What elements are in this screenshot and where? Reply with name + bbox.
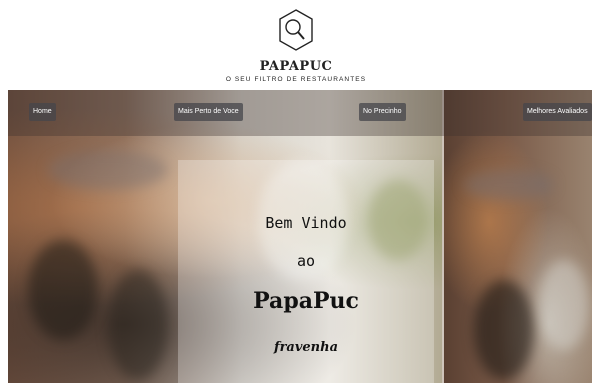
- site-header: PAPAPUC O SEU FILTRO DE RESTAURANTES: [0, 0, 592, 90]
- nav-bar: [8, 90, 592, 136]
- welcome-title: PapaPuc: [253, 288, 359, 314]
- brand-name: PAPAPUC: [259, 59, 333, 74]
- nav-avaliados-button[interactable]: Melhores Avaliados: [523, 103, 592, 121]
- magnifier-hexagon-icon[interactable]: [277, 8, 315, 52]
- welcome-line-1: Bem Vindo: [265, 214, 347, 232]
- welcome-line-2: ao: [296, 252, 316, 270]
- nav-perto-button[interactable]: Mais Perto de Voce: [174, 103, 243, 121]
- brand-tagline: O SEU FILTRO DE RESTAURANTES: [225, 76, 367, 83]
- welcome-line-4: fravenha: [273, 340, 339, 355]
- nav-precinho-button[interactable]: No Precinho: [359, 103, 406, 121]
- nav-home-button[interactable]: Home: [29, 103, 56, 121]
